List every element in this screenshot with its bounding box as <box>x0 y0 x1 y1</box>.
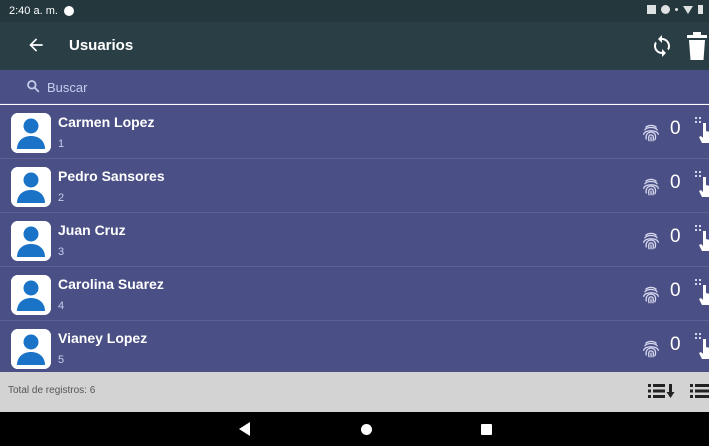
total-records: Total de registros: 6 <box>8 385 96 396</box>
user-list: Carmen Lopez 1 0 Pedro Sansores 2 0 Juan… <box>0 105 709 372</box>
avatar <box>11 329 51 369</box>
app-bar: Usuarios <box>0 22 709 70</box>
fingerprint-icon[interactable] <box>640 229 662 253</box>
nav-home-icon[interactable] <box>361 424 372 435</box>
user-name: Juan Cruz <box>58 222 126 238</box>
fingerprint-count: 0 <box>670 334 681 355</box>
avatar <box>11 275 51 315</box>
clock-icon <box>63 6 74 16</box>
user-id: 3 <box>58 246 65 258</box>
status-icons <box>647 5 703 14</box>
fingerprint-icon[interactable] <box>640 337 662 361</box>
avatar <box>11 221 51 261</box>
battery-icon <box>698 5 703 14</box>
system-nav-bar <box>0 412 709 446</box>
fingerprint-icon[interactable] <box>640 283 662 307</box>
footer-bar: Total de registros: 6 <box>0 372 709 412</box>
nav-back-icon[interactable] <box>239 422 250 436</box>
list-item[interactable]: Pedro Sansores 2 0 <box>0 159 709 213</box>
hand-touch-icon[interactable] <box>694 223 709 251</box>
user-id: 5 <box>58 354 65 366</box>
user-name: Carolina Suarez <box>58 276 164 292</box>
user-id: 1 <box>58 138 65 150</box>
status-bar: 2:40 a. m. <box>0 0 709 22</box>
status-time: 2:40 a. m. <box>9 5 58 17</box>
location-icon <box>661 5 670 14</box>
fingerprint-icon[interactable] <box>640 175 662 199</box>
back-arrow-icon[interactable] <box>26 35 46 55</box>
avatar <box>11 167 51 207</box>
user-name: Pedro Sansores <box>58 168 165 184</box>
page-title: Usuarios <box>69 37 134 54</box>
sort-list-icon[interactable] <box>648 383 676 399</box>
fingerprint-icon[interactable] <box>640 121 662 145</box>
list-menu-icon[interactable] <box>690 383 709 399</box>
hand-touch-icon[interactable] <box>694 115 709 143</box>
list-item[interactable]: Carolina Suarez 4 0 <box>0 267 709 321</box>
list-item[interactable]: Juan Cruz 3 0 <box>0 213 709 267</box>
hand-touch-icon[interactable] <box>694 169 709 197</box>
fingerprint-count: 0 <box>670 226 681 247</box>
user-id: 4 <box>58 300 65 312</box>
fingerprint-count: 0 <box>670 172 681 193</box>
list-item[interactable]: Vianey Lopez 5 0 <box>0 321 709 372</box>
fingerprint-count: 0 <box>670 280 681 301</box>
sync-icon[interactable] <box>650 34 674 58</box>
trash-icon[interactable] <box>686 32 708 60</box>
user-name: Vianey Lopez <box>58 330 148 346</box>
hand-touch-icon[interactable] <box>694 277 709 305</box>
search-bar <box>0 70 709 104</box>
user-name: Carmen Lopez <box>58 114 155 130</box>
list-item[interactable]: Carmen Lopez 1 0 <box>0 105 709 159</box>
fingerprint-count: 0 <box>670 118 681 139</box>
user-avatar-icon <box>11 221 51 261</box>
search-input[interactable] <box>47 76 647 98</box>
user-avatar-icon <box>11 113 51 153</box>
hand-touch-icon[interactable] <box>694 331 709 359</box>
user-id: 2 <box>58 192 65 204</box>
avatar <box>11 113 51 153</box>
wifi-icon <box>683 5 693 14</box>
user-avatar-icon <box>11 329 51 369</box>
user-avatar-icon <box>11 275 51 315</box>
search-icon <box>27 80 40 93</box>
dot-icon <box>675 8 678 11</box>
screenshot-icon <box>647 5 656 14</box>
user-avatar-icon <box>11 167 51 207</box>
nav-recents-icon[interactable] <box>481 424 492 435</box>
